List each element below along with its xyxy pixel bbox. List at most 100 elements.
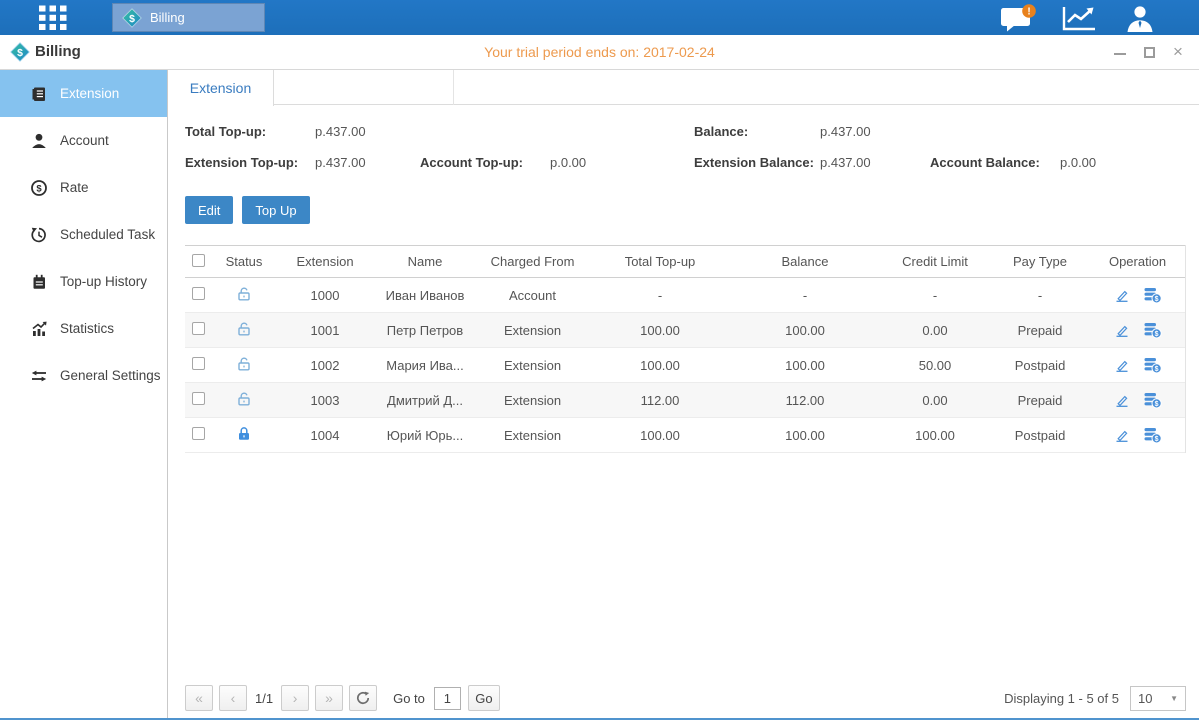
column-header-status[interactable]: Status: [213, 254, 275, 269]
last-page-button[interactable]: »: [315, 685, 343, 711]
swap-arrows-icon: [30, 367, 48, 385]
charged-from-cell: Extension: [475, 323, 590, 338]
row-checkbox[interactable]: [192, 287, 205, 300]
next-page-button[interactable]: ›: [281, 685, 309, 711]
edit-pencil-icon[interactable]: [1114, 427, 1130, 443]
go-button[interactable]: Go: [468, 685, 500, 711]
person-glyph: [1123, 4, 1157, 32]
minimize-icon[interactable]: [1113, 45, 1127, 59]
sidebar-item-top-up-history[interactable]: Top-up History: [0, 258, 167, 305]
line-chart-glyph: [1061, 4, 1097, 32]
svg-text:!: !: [1027, 6, 1030, 17]
pay-type-cell: Prepaid: [990, 393, 1090, 408]
column-header-total-top-up[interactable]: Total Top-up: [590, 254, 730, 269]
sidebar-item-account[interactable]: Account: [0, 117, 167, 164]
goto-page-input[interactable]: [434, 687, 461, 710]
pay-type-cell: Postpaid: [990, 428, 1090, 443]
select-all-checkbox[interactable]: [192, 254, 205, 267]
first-page-button[interactable]: «: [185, 685, 213, 711]
row-checkbox[interactable]: [192, 427, 205, 440]
displaying-text: Displaying 1 - 5 of 5: [1004, 691, 1119, 706]
balance-label: Balance:: [694, 124, 748, 139]
sidebar-item-general-settings[interactable]: General Settings: [0, 352, 167, 399]
column-header-charged-from[interactable]: Charged From: [475, 254, 590, 269]
row-checkbox[interactable]: [192, 322, 205, 335]
top-up-coins-icon[interactable]: $: [1143, 322, 1162, 339]
svg-text:$: $: [129, 13, 135, 24]
extensions-table: Status Extension Name Charged From Total…: [185, 245, 1186, 453]
column-header-credit-limit[interactable]: Credit Limit: [880, 254, 990, 269]
sidebar-item-label: Top-up History: [60, 274, 147, 289]
close-icon[interactable]: ×: [1171, 45, 1185, 59]
topbar-icon-group: !: [999, 0, 1159, 35]
charged-from-cell: Extension: [475, 358, 590, 373]
balance-cell: 112.00: [730, 393, 880, 408]
table-row[interactable]: 1000 Иван Иванов Account - - - -: [185, 278, 1185, 313]
column-header-extension[interactable]: Extension: [275, 254, 375, 269]
pagination-right: Displaying 1 - 5 of 5 10 ▼: [1004, 686, 1186, 711]
tab-extension[interactable]: Extension: [168, 70, 274, 106]
edit-pencil-icon[interactable]: [1114, 357, 1130, 373]
window-body: Extension Account $ Rate: [0, 70, 1199, 720]
edit-pencil-icon[interactable]: [1114, 322, 1130, 338]
ledger-icon: [30, 85, 48, 103]
status-unlocked-icon: [236, 360, 252, 375]
sidebar-item-statistics[interactable]: Statistics: [0, 305, 167, 352]
prev-page-button[interactable]: ‹: [219, 685, 247, 711]
top-up-coins-icon[interactable]: $: [1143, 287, 1162, 304]
refresh-icon: [356, 691, 370, 705]
svg-text:$: $: [1154, 330, 1158, 337]
status-unlocked-icon: [236, 395, 252, 410]
sidebar-item-rate[interactable]: $ Rate: [0, 164, 167, 211]
extension-cell: 1003: [275, 393, 375, 408]
account-balance-label: Account Balance:: [930, 155, 1040, 170]
credit-limit-cell: -: [880, 288, 990, 303]
table-row[interactable]: 1003 Дмитрий Д... Extension 112.00 112.0…: [185, 383, 1185, 418]
page-indicator: 1/1: [255, 691, 273, 706]
main-panel: Extension Total Top-up: p.437.00 Balance…: [168, 70, 1199, 720]
apps-grid-icon[interactable]: [38, 5, 68, 31]
top-bar: $ Billing !: [0, 0, 1199, 35]
balance-value: p.437.00: [820, 124, 871, 139]
row-checkbox[interactable]: [192, 357, 205, 370]
pay-type-cell: -: [990, 288, 1090, 303]
statistics-icon[interactable]: [1061, 4, 1097, 32]
app-tab-label: Billing: [150, 10, 185, 25]
dollar-circle-icon: $: [30, 179, 48, 197]
sidebar-item-label: Account: [60, 133, 109, 148]
edit-pencil-icon[interactable]: [1114, 287, 1130, 303]
column-header-operation: Operation: [1090, 254, 1185, 269]
edit-button[interactable]: Edit: [185, 196, 233, 224]
top-up-button[interactable]: Top Up: [242, 196, 309, 224]
sidebar-item-label: Statistics: [60, 321, 114, 336]
chevron-down-icon: ▼: [1170, 694, 1178, 703]
app-tab-billing[interactable]: $ Billing: [112, 3, 265, 32]
table-row[interactable]: 1002 Мария Ива... Extension 100.00 100.0…: [185, 348, 1185, 383]
user-icon[interactable]: [1123, 4, 1159, 32]
page-size-select[interactable]: 10 ▼: [1130, 686, 1186, 711]
tab-strip: Extension: [168, 70, 1199, 105]
pagination-bar: « ‹ 1/1 › » Go to Go Displaying 1 - 5 of…: [185, 684, 1186, 712]
top-up-coins-icon[interactable]: $: [1143, 392, 1162, 409]
table-row[interactable]: 1004 Юрий Юрь... Extension 100.00 100.00…: [185, 418, 1185, 453]
row-checkbox[interactable]: [192, 392, 205, 405]
refresh-button[interactable]: [349, 685, 377, 711]
top-up-coins-icon[interactable]: $: [1143, 357, 1162, 374]
account-top-up-label: Account Top-up:: [420, 155, 523, 170]
svg-text:$: $: [1154, 365, 1158, 372]
tab-strip-spacer: [274, 70, 454, 105]
column-header-name[interactable]: Name: [375, 254, 475, 269]
maximize-icon[interactable]: [1142, 45, 1156, 59]
account-top-up-value: p.0.00: [550, 155, 586, 170]
column-header-pay-type[interactable]: Pay Type: [990, 254, 1090, 269]
top-up-coins-icon[interactable]: $: [1143, 427, 1162, 444]
column-header-balance[interactable]: Balance: [730, 254, 880, 269]
edit-pencil-icon[interactable]: [1114, 392, 1130, 408]
table-row[interactable]: 1001 Петр Петров Extension 100.00 100.00…: [185, 313, 1185, 348]
messages-icon[interactable]: !: [999, 4, 1035, 32]
balance-cell: 100.00: [730, 428, 880, 443]
sidebar-item-extension[interactable]: Extension: [0, 70, 167, 117]
history-clock-icon: [30, 226, 48, 244]
sidebar-item-scheduled-task[interactable]: Scheduled Task: [0, 211, 167, 258]
billing-window: $ Billing !: [0, 0, 1199, 720]
